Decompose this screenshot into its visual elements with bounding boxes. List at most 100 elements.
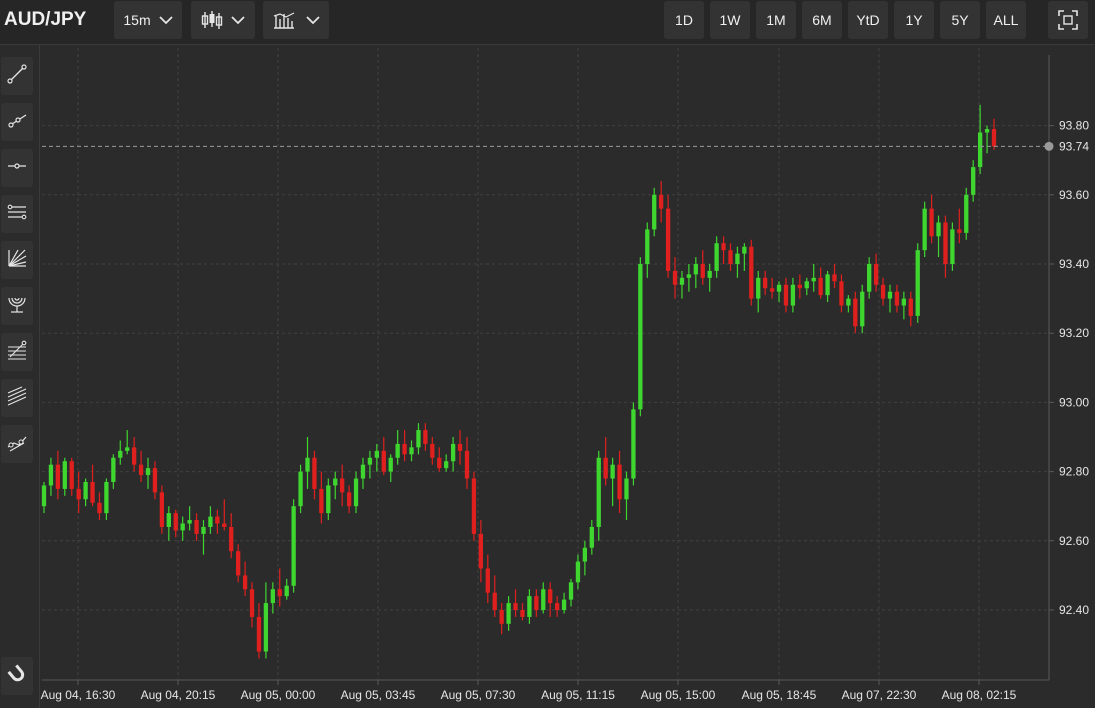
candle-body <box>485 568 490 593</box>
x-tick-label: Aug 08, 02:15 <box>942 688 1017 702</box>
candle-body <box>957 229 962 233</box>
candle-body <box>256 616 262 652</box>
candle-body <box>430 443 435 458</box>
candle-body <box>548 589 553 604</box>
candle-body <box>541 589 546 610</box>
candle-body <box>249 589 255 617</box>
candle-body <box>229 526 234 552</box>
candle-body <box>839 281 844 306</box>
candle-body <box>173 513 178 531</box>
candle-body <box>568 582 574 600</box>
candle-body <box>763 277 768 289</box>
x-tick-label: Aug 07, 22:30 <box>842 688 917 702</box>
candle-body <box>166 513 171 527</box>
candle-body <box>922 208 927 251</box>
candle-body <box>873 264 879 285</box>
candle-body <box>977 132 983 168</box>
candle-body <box>880 284 886 299</box>
candle-body <box>728 250 733 264</box>
candle-body <box>340 478 345 493</box>
x-tick-label: Aug 05, 00:00 <box>241 688 316 702</box>
candle-body <box>645 229 650 264</box>
candle-body <box>700 264 705 278</box>
candle-body <box>610 464 615 479</box>
candle-body <box>215 516 220 524</box>
candle-body <box>187 520 192 524</box>
candle-body <box>971 167 976 195</box>
candle-body <box>138 464 144 476</box>
candle-body <box>152 468 158 493</box>
candle-body <box>62 461 67 489</box>
candle-body <box>853 298 858 327</box>
candle-body <box>721 243 726 251</box>
candle-body <box>693 264 698 275</box>
x-tick-label: Aug 04, 20:15 <box>141 688 216 702</box>
candle-body <box>437 457 442 469</box>
candle-body <box>242 575 248 590</box>
candle-body <box>776 284 782 292</box>
candle-body <box>527 596 532 617</box>
candle <box>652 187 657 237</box>
candle-body <box>55 464 61 489</box>
y-tick-label: 93.40 <box>1059 257 1089 271</box>
x-tick-label: Aug 04, 16:30 <box>41 688 116 702</box>
price-chart[interactable]: 92.40 92.60 92.80 93.00 93.20 93.40 93.60 93.80… <box>0 0 1095 708</box>
candle-body <box>638 264 643 410</box>
candle <box>915 243 920 323</box>
candle-body <box>263 603 269 652</box>
candle-body <box>305 457 310 472</box>
candle-body <box>561 599 567 610</box>
candle-body <box>915 250 920 316</box>
candle-body <box>76 488 81 500</box>
candle-body <box>631 409 636 479</box>
candle-body <box>534 596 539 610</box>
candle-body <box>589 526 594 548</box>
candle-body <box>395 443 400 458</box>
candle-body <box>513 603 518 610</box>
candle-body <box>464 450 470 479</box>
candle-body <box>804 281 809 289</box>
candle <box>964 187 969 240</box>
plot-area <box>42 48 1049 680</box>
candle-body <box>950 229 955 264</box>
candle-body <box>929 208 934 237</box>
candle-body <box>444 461 449 469</box>
candle-body <box>769 288 775 292</box>
candle-body <box>520 610 525 617</box>
y-tick-label: 92.80 <box>1059 465 1089 479</box>
candle-body <box>756 277 761 299</box>
last-price-label: 93.74 <box>1059 139 1089 153</box>
candle-body <box>672 270 678 285</box>
candle-body <box>409 447 414 455</box>
candle-body <box>818 277 823 296</box>
candle-body <box>603 457 608 479</box>
candle-body <box>367 457 373 465</box>
candle-body <box>180 523 185 531</box>
candle-body <box>360 464 366 479</box>
candle-body <box>381 450 386 472</box>
candle-body <box>887 291 893 299</box>
candle-body <box>471 478 477 534</box>
x-tick-label: Aug 05, 15:00 <box>641 688 716 702</box>
candle-body <box>894 291 900 306</box>
candle-body <box>125 447 130 451</box>
candle-body <box>222 523 227 527</box>
x-tick-label: Aug 05, 07:30 <box>441 688 516 702</box>
candle-body <box>991 129 997 147</box>
candle-body <box>402 443 407 455</box>
candle-body <box>582 547 588 562</box>
candle-body <box>499 610 504 624</box>
candle-body <box>346 492 352 507</box>
candle-body <box>742 246 747 254</box>
candle-body <box>104 481 109 514</box>
candle-body <box>333 478 338 486</box>
candle-body <box>943 222 948 264</box>
candle-body <box>291 506 296 586</box>
candle-body <box>964 194 969 233</box>
candle-body <box>450 443 456 462</box>
candle-body <box>735 253 740 264</box>
candle-body <box>596 457 601 527</box>
y-tick-label: 92.40 <box>1059 603 1089 617</box>
candle <box>950 222 955 271</box>
candle-body <box>936 222 941 237</box>
